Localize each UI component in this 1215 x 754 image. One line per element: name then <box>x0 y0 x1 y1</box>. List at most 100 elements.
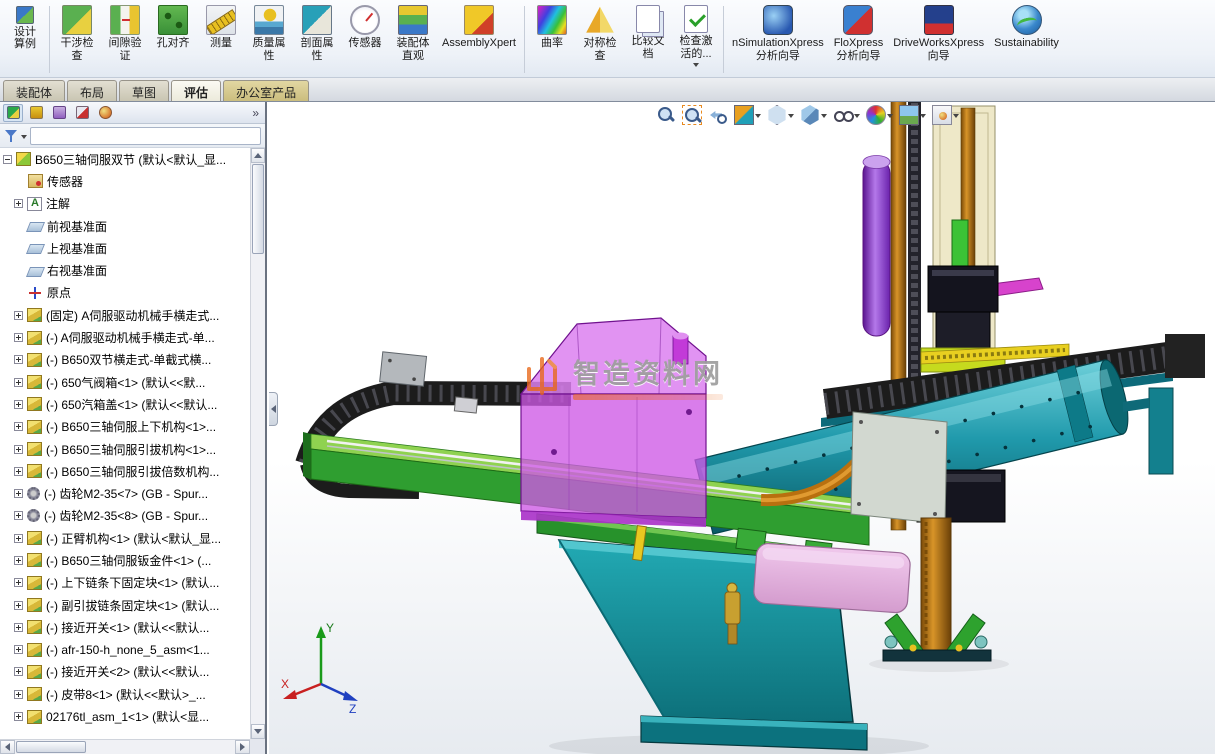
display-style-button[interactable] <box>799 104 828 126</box>
featuremanager-tree-tab[interactable] <box>3 104 23 122</box>
expand-icon[interactable] <box>14 467 23 476</box>
dropdown-arrow-icon[interactable] <box>854 114 860 118</box>
scroll-down-button[interactable] <box>251 724 265 739</box>
tab-evaluate[interactable]: 评估 <box>171 80 221 101</box>
tree-item[interactable]: (-) 皮带8<1> (默认<<默认>_... <box>0 683 250 705</box>
tree-item[interactable]: (-) afr-150-h_none_5_asm<1... <box>0 639 250 661</box>
tree-item[interactable]: 注解 <box>0 193 250 215</box>
expand-icon[interactable] <box>14 578 23 587</box>
collapse-icon[interactable] <box>3 155 12 164</box>
expand-icon[interactable] <box>14 645 23 654</box>
expand-icon[interactable] <box>14 355 23 364</box>
mass-properties-button[interactable]: 质量属性 <box>245 2 293 77</box>
assemblyxpert-button[interactable]: AssemblyXpert <box>437 2 521 77</box>
displaymanager-tab[interactable] <box>95 104 115 122</box>
tree-item[interactable]: (-) 650气阀箱<1> (默认<<默... <box>0 371 250 393</box>
dropdown-arrow-icon[interactable] <box>887 114 893 118</box>
tab-layout[interactable]: 布局 <box>67 80 117 101</box>
tree-item[interactable]: (-) 齿轮M2-35<7> (GB - Spur... <box>0 482 250 504</box>
tree-item[interactable]: 右视基准面 <box>0 259 250 281</box>
compare-documents-button[interactable]: 比较文档 <box>624 2 672 77</box>
view-orientation-button[interactable] <box>766 104 795 126</box>
tree-item[interactable]: (-) 上下链条下固定块<1> (默认... <box>0 572 250 594</box>
3d-viewport[interactable]: 智造资料网 Y X Z <box>269 102 1215 754</box>
scroll-up-button[interactable] <box>251 148 265 163</box>
expand-icon[interactable] <box>14 667 23 676</box>
dropdown-arrow-icon[interactable] <box>821 114 827 118</box>
tree-item[interactable]: (-) B650三轴伺服钣金件<1> (... <box>0 549 250 571</box>
tree-item[interactable]: (-) 副引拔链条固定块<1> (默认... <box>0 594 250 616</box>
sensor-button[interactable]: 传感器 <box>341 2 389 77</box>
hide-show-items-button[interactable] <box>832 104 861 126</box>
hole-alignment-button[interactable]: 孔对齐 <box>149 2 197 77</box>
expand-icon[interactable] <box>14 623 23 632</box>
dropdown-arrow-icon[interactable] <box>920 114 926 118</box>
model-mounting-plate[interactable] <box>851 412 947 524</box>
model-end-bracket[interactable] <box>1123 388 1173 474</box>
expand-icon[interactable] <box>14 534 23 543</box>
expand-icon[interactable] <box>14 712 23 721</box>
tree-item[interactable]: 原点 <box>0 282 250 304</box>
tree-item[interactable]: (-) B650三轴伺服引拔机构<1>... <box>0 438 250 460</box>
measure-button[interactable]: 测量 <box>197 2 245 77</box>
section-view-button[interactable] <box>733 104 762 126</box>
previous-view-button[interactable] <box>707 104 729 126</box>
floxpress-button[interactable]: FloXpress分析向导 <box>829 2 889 77</box>
interference-check-button[interactable]: 干涉检查 <box>53 2 101 77</box>
propertymanager-tab[interactable] <box>26 104 46 122</box>
dropdown-arrow-icon[interactable] <box>953 114 959 118</box>
edit-appearance-button[interactable] <box>865 104 894 126</box>
sustainability-button[interactable]: Sustainability <box>989 2 1064 77</box>
expand-icon[interactable] <box>14 601 23 610</box>
section-properties-button[interactable]: 剖面属性 <box>293 2 341 77</box>
tree-item[interactable]: (-) B650双节横走式-单截式横... <box>0 349 250 371</box>
model-magenta-housing[interactable] <box>521 318 706 527</box>
tree-item[interactable]: 上视基准面 <box>0 237 250 259</box>
tab-assembly[interactable]: 装配体 <box>3 80 65 101</box>
tree-item[interactable]: (-) 正臂机构<1> (默认<默认_显... <box>0 527 250 549</box>
tree-vertical-scrollbar[interactable] <box>250 148 265 739</box>
tree-item[interactable]: (-) 接近开关<1> (默认<<默认... <box>0 616 250 638</box>
tree-item[interactable]: 02176tl_asm_1<1> (默认<显... <box>0 705 250 727</box>
tree-horizontal-scrollbar[interactable] <box>0 739 250 754</box>
driveworksxpress-button[interactable]: DriveWorksXpress向导 <box>888 2 989 77</box>
tree-root-item[interactable]: B650三轴伺服双节 (默认<默认_显... <box>0 148 250 170</box>
expand-icon[interactable] <box>14 199 23 208</box>
expand-icon[interactable] <box>14 422 23 431</box>
zoom-fit-button[interactable] <box>655 104 677 126</box>
tree-item[interactable]: 传感器 <box>0 170 250 192</box>
design-study-button[interactable]: 设计算例 <box>4 2 46 77</box>
3d-model-canvas[interactable] <box>269 102 1215 754</box>
filter-funnel-icon[interactable] <box>4 129 18 143</box>
tree-item[interactable]: (-) A伺服驱动机械手横走式-单... <box>0 326 250 348</box>
view-settings-button[interactable] <box>931 104 960 126</box>
check-active-document-button[interactable]: 检查激活的... <box>672 2 720 77</box>
expand-icon[interactable] <box>14 400 23 409</box>
dropdown-arrow-icon[interactable] <box>755 114 761 118</box>
clearance-verify-button[interactable]: 间隙验证 <box>101 2 149 77</box>
panel-chevron-icon[interactable] <box>252 106 262 120</box>
scroll-thumb[interactable] <box>252 164 264 254</box>
expand-icon[interactable] <box>14 489 23 498</box>
tab-office-products[interactable]: 办公室产品 <box>223 80 309 101</box>
curvature-button[interactable]: 曲率 <box>528 2 576 77</box>
panel-collapse-handle[interactable] <box>269 392 278 426</box>
expand-icon[interactable] <box>14 378 23 387</box>
tree-item[interactable]: (-) 650汽箱盖<1> (默认<<默认... <box>0 393 250 415</box>
model-pink-cover[interactable] <box>753 543 911 614</box>
dimxpertmanager-tab[interactable] <box>72 104 92 122</box>
zoom-area-button[interactable] <box>681 104 703 126</box>
tree-item[interactable]: (-) B650三轴伺服上下机构<1>... <box>0 416 250 438</box>
filter-input[interactable] <box>30 127 261 145</box>
apply-scene-button[interactable] <box>898 104 927 126</box>
filter-dropdown-icon[interactable] <box>21 135 27 139</box>
scroll-thumb[interactable] <box>16 741 86 753</box>
tree-item[interactable]: (-) B650三轴伺服引拔倍数机构... <box>0 460 250 482</box>
tree-item[interactable]: (-) 接近开关<2> (默认<<默认... <box>0 661 250 683</box>
tree-item[interactable]: (固定) A伺服驱动机械手横走式... <box>0 304 250 326</box>
tree-item[interactable]: (-) 齿轮M2-35<8> (GB - Spur... <box>0 505 250 527</box>
dropdown-arrow-icon[interactable] <box>693 63 699 67</box>
scroll-left-button[interactable] <box>0 740 15 754</box>
expand-icon[interactable] <box>14 511 23 520</box>
expand-icon[interactable] <box>14 690 23 699</box>
